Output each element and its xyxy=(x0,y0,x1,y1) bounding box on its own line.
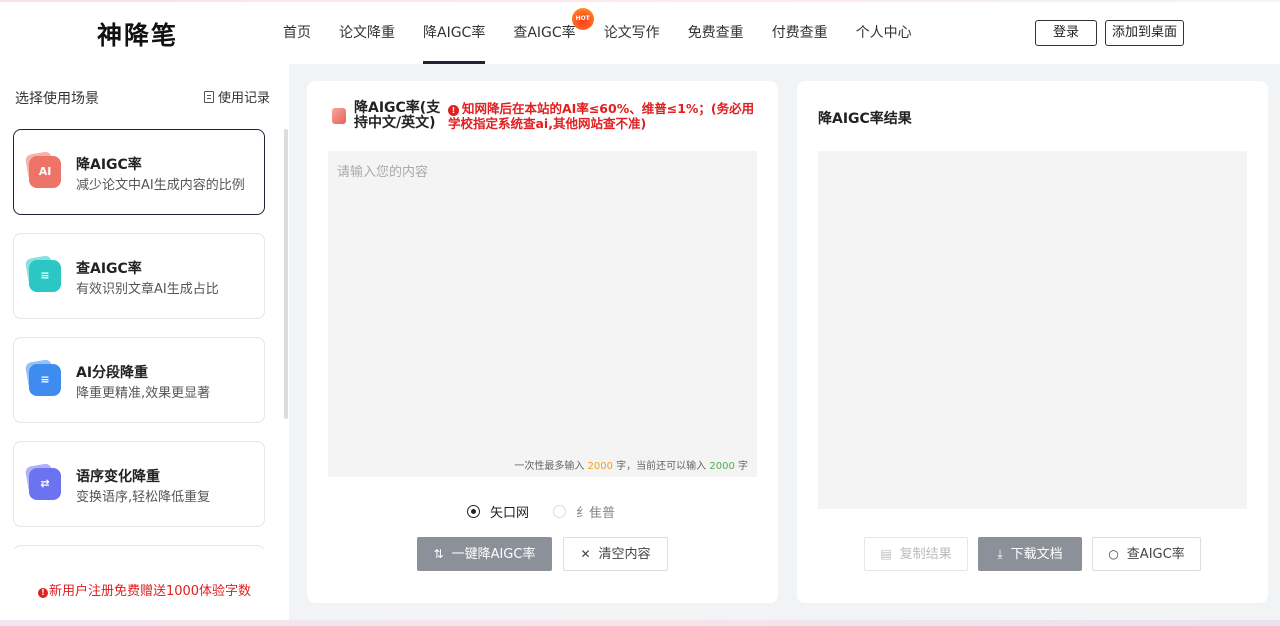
ai-doc-icon: AI xyxy=(29,156,61,188)
add-to-desktop-button[interactable]: 添加到桌面 xyxy=(1105,20,1184,46)
scenario-name: 查AIGC率 xyxy=(76,261,142,277)
copy-result-button[interactable]: ▤ 复制结果 xyxy=(864,537,968,571)
main-nav: 首页 论文降重 降AIGC率 查AIGC率 HOT 论文写作 免费查重 付费查重 … xyxy=(269,2,926,64)
nav-home[interactable]: 首页 xyxy=(269,2,325,64)
reduce-aigc-button[interactable]: ⇅ 一键降AIGC率 xyxy=(417,537,552,571)
bottom-accent-line xyxy=(0,620,1280,626)
nav-free-check[interactable]: 免费查重 xyxy=(674,2,758,64)
radio-unselected-icon xyxy=(553,505,567,518)
check-aigc-button[interactable]: ○ 查AIGC率 xyxy=(1092,537,1201,571)
clear-content-button[interactable]: ✕ 清空内容 xyxy=(563,537,668,571)
scenario-name: 语序变化降重 xyxy=(76,469,160,485)
scenario-name: 降AIGC率 xyxy=(76,157,142,173)
char-counter: 一次性最多输入 2000 字，当前还可以输入 2000 字 xyxy=(514,461,748,472)
scan-doc-icon: ≡ xyxy=(29,260,61,292)
input-panel: 降AIGC率(支持中文/英文) ! 知网降后在本站的AI率≤60%、维普≤1%；(… xyxy=(307,81,778,603)
radio-vip[interactable]: 纟隹普 xyxy=(553,502,615,521)
input-panel-title: 降AIGC率(支持中文/英文) xyxy=(354,100,441,131)
swap-icon: ⇅ xyxy=(433,547,444,561)
promo-text: ! 新用户注册免费赠送1000体验字数 xyxy=(0,580,289,599)
nav-paper-rewrite[interactable]: 论文降重 xyxy=(325,2,409,64)
document-icon xyxy=(204,90,214,103)
nav-paper-writing[interactable]: 论文写作 xyxy=(590,2,674,64)
sidebar-title: 选择使用场景 xyxy=(15,91,99,107)
scenario-desc: 减少论文中AI生成内容的比例 xyxy=(76,178,245,193)
usage-history-link[interactable]: 使用记录 xyxy=(204,87,270,106)
download-icon: ⤓ xyxy=(997,547,1003,561)
nav-reduce-aigc[interactable]: 降AIGC率 xyxy=(409,2,499,64)
header: 神降笔 首页 论文降重 降AIGC率 查AIGC率 HOT 论文写作 免费查重 付… xyxy=(0,2,1280,64)
sidebar-scrollbar[interactable] xyxy=(284,129,288,419)
content-input[interactable] xyxy=(328,151,757,477)
warning-text: ! 知网降后在本站的AI率≤60%、维普≤1%；(务必用学校指定系统查ai,其他网… xyxy=(448,101,755,131)
radio-selected-icon xyxy=(467,505,480,518)
scenario-card-reduce-aigc[interactable]: AI 降AIGC率 减少论文中AI生成内容的比例 xyxy=(13,129,265,215)
scenario-desc: 有效识别文章AI生成占比 xyxy=(76,282,219,297)
system-radio-group: 矢口网 纟隹普 xyxy=(467,502,615,521)
scenario-name: AI分段降重 xyxy=(76,365,149,381)
scenario-card-ai-segment[interactable]: ≡ AI分段降重 降重更精准,效果更显著 xyxy=(13,337,265,423)
ai-doc-icon xyxy=(332,108,346,124)
result-area[interactable] xyxy=(818,151,1247,509)
logo[interactable]: 神降笔 xyxy=(97,16,178,52)
alert-icon: ! xyxy=(448,105,459,116)
search-icon: ○ xyxy=(1108,547,1119,561)
download-doc-button[interactable]: ⤓ 下载文档 xyxy=(978,537,1082,571)
nav-paid-check[interactable]: 付费查重 xyxy=(758,2,842,64)
scenario-card-check-aigc[interactable]: ≡ 查AIGC率 有效识别文章AI生成占比 xyxy=(13,233,265,319)
sidebar: 选择使用场景 使用记录 AI 降AIGC率 减少论文中AI生成内容的比例 ≡ 查… xyxy=(0,64,289,620)
output-panel: 降AIGC率结果 ▤ 复制结果 ⤓ 下载文档 ○ 查AIGC率 xyxy=(797,81,1268,603)
scenario-card-more[interactable] xyxy=(13,545,265,549)
copy-icon: ▤ xyxy=(880,547,892,561)
nav-user-center[interactable]: 个人中心 xyxy=(842,2,926,64)
usage-history-label: 使用记录 xyxy=(218,91,271,106)
reorder-doc-icon: ⇄ xyxy=(29,468,61,500)
alert-icon: ! xyxy=(37,588,48,598)
login-button[interactable]: 登录 xyxy=(1035,20,1097,46)
segment-doc-icon: ≡ xyxy=(29,364,61,396)
scenario-card-reorder[interactable]: ⇄ 语序变化降重 变换语序,轻松降低重复 xyxy=(13,441,265,527)
scenario-list[interactable]: AI 降AIGC率 减少论文中AI生成内容的比例 ≡ 查AIGC率 有效识别文章… xyxy=(13,129,265,549)
nav-check-aigc[interactable]: 查AIGC率 HOT xyxy=(499,2,594,64)
scenario-desc: 变换语序,轻松降低重复 xyxy=(76,490,211,505)
radio-cnki[interactable]: 矢口网 xyxy=(467,502,529,521)
close-icon: ✕ xyxy=(580,547,591,561)
scenario-desc: 降重更精准,效果更显著 xyxy=(76,386,211,401)
output-panel-title: 降AIGC率结果 xyxy=(818,111,912,127)
